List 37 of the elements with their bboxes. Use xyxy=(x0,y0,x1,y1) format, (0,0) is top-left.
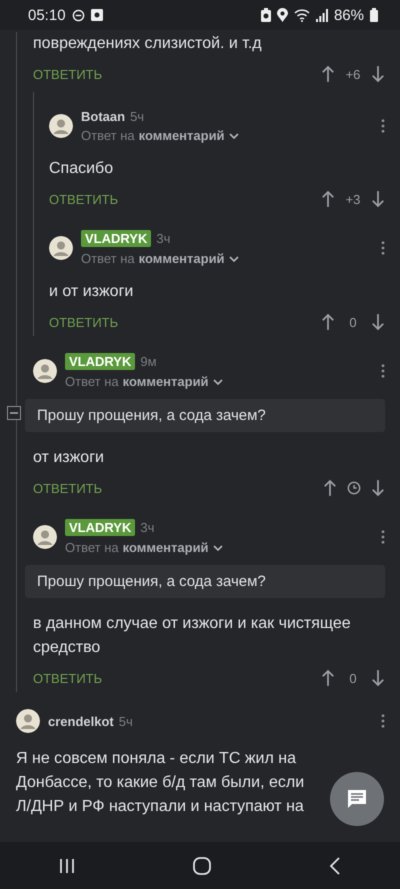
comment-time: 5ч xyxy=(118,714,133,728)
quoted-comment[interactable]: Прошу прощения, а сода зачем? xyxy=(25,565,385,598)
reply-button[interactable]: ОТВЕТИТЬ xyxy=(49,314,118,330)
reply-to-label: Ответ на xyxy=(81,128,135,143)
reply-button[interactable]: ОТВЕТИТЬ xyxy=(33,670,102,686)
comment-text: Я не совсем поняла - если ТС жил на Донбассе, то какие б/д там были, если Л/ДНР и РФ наступали и наступают на xyxy=(16,749,306,817)
username[interactable]: VLADRYK xyxy=(81,230,152,247)
rating-count: +6 xyxy=(345,66,361,82)
reply-to-label: Ответ на xyxy=(65,374,119,389)
comment-text: Спасибо xyxy=(49,159,114,179)
quoted-comment[interactable]: Прошу прощения, а сода зачем? xyxy=(25,399,385,432)
comment-time: 5ч xyxy=(130,109,144,124)
comment-text: и от изжоги xyxy=(49,282,134,302)
comment-time: 3ч xyxy=(156,231,170,246)
reply-button[interactable]: ОТВЕТИТЬ xyxy=(33,66,102,82)
username[interactable]: VLADRYK xyxy=(65,353,136,370)
battery-percent: 86% xyxy=(334,6,364,24)
rating-count: 0 xyxy=(348,314,358,330)
reply-to-link[interactable]: комментарий xyxy=(122,374,209,389)
rating-count: +3 xyxy=(345,192,361,206)
username[interactable]: crendelkot xyxy=(48,714,114,728)
clock-time: 05:10 xyxy=(28,6,66,24)
comment-time: 3ч xyxy=(140,520,154,535)
reply-to-label: Ответ на xyxy=(65,540,119,555)
rating-count: 0 xyxy=(348,670,358,686)
reply-to-link[interactable]: комментарий xyxy=(138,251,225,266)
comment-text: от изжоги xyxy=(33,448,105,468)
username[interactable]: Botaan xyxy=(81,109,126,124)
comment-time: 9м xyxy=(140,354,157,369)
comment-text: в данном случае от изжоги и как чистящее средство xyxy=(33,614,352,658)
username[interactable]: VLADRYK xyxy=(65,519,136,536)
reply-to-label: Ответ на xyxy=(81,251,135,266)
reply-button[interactable]: ОТВЕТИТЬ xyxy=(49,192,118,206)
reply-to-link[interactable]: комментарий xyxy=(122,540,209,555)
reply-button[interactable]: ОТВЕТИТЬ xyxy=(33,480,102,496)
comment-text: повреждениях слизистой. и т.д xyxy=(33,34,263,54)
reply-to-link[interactable]: комментарий xyxy=(138,128,225,143)
